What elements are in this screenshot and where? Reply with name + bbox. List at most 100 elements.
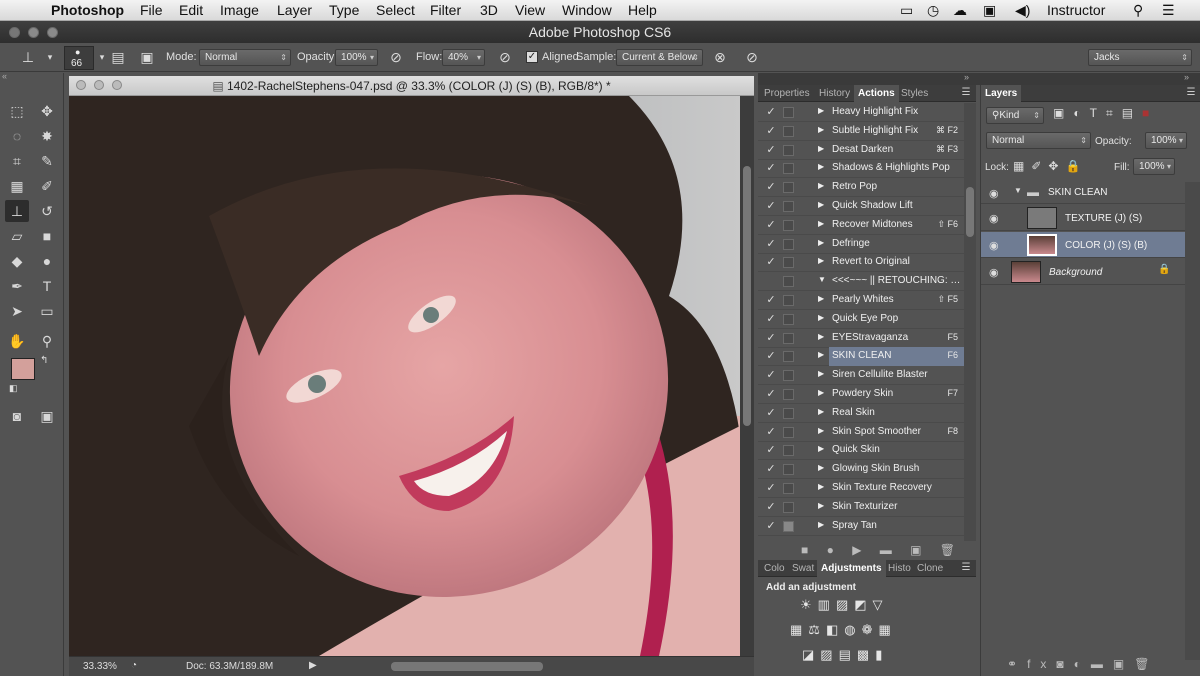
action-enabled-check-icon[interactable]: ✓ [764, 255, 778, 269]
action-row[interactable]: ✓ ▶ Recover Midtones ⇧ F6 [758, 216, 964, 235]
dialog-toggle-box[interactable] [783, 257, 794, 269]
collapse-arrows-icon[interactable]: « [2, 71, 7, 81]
group-expand-icon[interactable]: ▼ [1014, 186, 1022, 195]
shape-tool-icon[interactable]: ▭ [35, 300, 59, 322]
action-enabled-check-icon[interactable]: ✓ [764, 180, 778, 194]
layer-row-skin-clean[interactable]: ◉ ▼ ▬ SKIN CLEAN [981, 182, 1185, 204]
timemachine-icon[interactable]: ◷ [927, 2, 939, 19]
menu-3d[interactable]: 3D [480, 2, 498, 18]
close-window-icon[interactable] [9, 27, 20, 38]
action-enabled-check-icon[interactable]: ✓ [764, 124, 778, 138]
eyedropper-tool-icon[interactable]: ✎ [35, 150, 59, 172]
smart-object-filter-icon[interactable]: ▤ [1122, 106, 1142, 120]
action-row[interactable]: ✓ ▶ Real Skin [758, 404, 964, 423]
tab-styles[interactable]: Styles [897, 85, 932, 102]
pen-tool-icon[interactable]: ✒ [5, 275, 29, 297]
action-row[interactable]: ✓ ▶ SKIN CLEAN F6 [758, 347, 964, 367]
action-row[interactable]: ✓ ▶ Skin Spot Smoother F8 [758, 423, 964, 442]
menu-file[interactable]: File [140, 2, 163, 18]
dialog-toggle-box[interactable] [783, 407, 794, 419]
path-selection-tool-icon[interactable]: ➤ [5, 300, 29, 322]
expand-triangle-icon[interactable]: ▶ [818, 426, 824, 435]
expand-triangle-icon[interactable]: ▶ [818, 369, 824, 378]
action-enabled-check-icon[interactable]: ✓ [764, 519, 778, 533]
dialog-toggle-box[interactable] [783, 144, 794, 156]
tab-colo[interactable]: Colo [760, 560, 789, 577]
opacity-dropdown[interactable]: 100% ▾ [335, 49, 378, 66]
magic-wand-tool-icon[interactable]: ✸ [35, 125, 59, 147]
action-enabled-check-icon[interactable]: ✓ [764, 143, 778, 157]
action-row[interactable]: ✓ ▶ Desat Darken ⌘ F3 [758, 141, 964, 160]
layer-row-color-selected[interactable]: ◉ COLOR (J) (S) (B) [981, 232, 1185, 258]
menu-image[interactable]: Image [220, 2, 259, 18]
layer-style-icon[interactable]: fx [1027, 657, 1056, 671]
doc-zoom-icon[interactable] [112, 80, 122, 90]
expand-triangle-icon[interactable]: ▶ [818, 501, 824, 510]
actions-scroll-thumb[interactable] [966, 187, 974, 237]
play-icon[interactable]: ▶ [852, 543, 861, 557]
blur-tool-icon[interactable]: ◆ [5, 250, 29, 272]
pixel-filter-icon[interactable]: ▣ [1053, 106, 1073, 120]
delete-layer-icon[interactable]: 🗑 [1134, 657, 1159, 671]
doc-minimize-icon[interactable] [94, 80, 104, 90]
dialog-toggle-box[interactable] [783, 445, 794, 457]
link-layers-icon[interactable]: ⚭ [1007, 657, 1027, 671]
foreground-color-swatch[interactable] [11, 358, 35, 380]
expand-triangle-icon[interactable]: ▶ [818, 219, 824, 228]
history-brush-tool-icon[interactable]: ↺ [35, 200, 59, 222]
action-row[interactable]: ✓ ▶ Shadows & Highlights Pop [758, 159, 964, 179]
swap-colors-icon[interactable]: ↰ [40, 355, 48, 366]
type-tool-icon[interactable]: T [35, 275, 59, 297]
add-mask-icon[interactable]: ◙ [1056, 657, 1073, 671]
spotlight-icon[interactable]: ⚲ [1133, 2, 1143, 19]
expand-triangle-icon[interactable]: ▶ [818, 181, 824, 190]
expand-triangle-icon[interactable]: ▶ [818, 294, 824, 303]
marquee-tool-icon[interactable]: ⬚ [5, 100, 29, 122]
action-row[interactable]: ✓ ▶ Spray Tan [758, 517, 964, 536]
brightness-icon[interactable]: ☀ [800, 597, 818, 612]
dialog-toggle-box[interactable] [783, 276, 794, 288]
gradient-map-icon[interactable]: ▮ [875, 647, 888, 662]
actions-scrollbar[interactable] [964, 103, 976, 541]
menu-window[interactable]: Window [562, 2, 612, 18]
delete-action-icon[interactable]: 🗑 [940, 543, 955, 557]
tab-history[interactable]: History [815, 85, 854, 102]
pressure-opacity-icon[interactable]: ⊘ [386, 47, 406, 67]
brush-tool-icon[interactable]: ✐ [35, 175, 59, 197]
action-row[interactable]: ✓ ▶ Retro Pop [758, 178, 964, 198]
status-menu-icon[interactable]: ◔ [131, 660, 137, 671]
layer-row-background[interactable]: ◉ Background 🔒 [981, 259, 1185, 285]
expand-triangle-icon[interactable]: ▶ [818, 125, 824, 134]
layers-scrollbar[interactable] [1185, 182, 1200, 660]
move-tool-icon[interactable]: ✥ [35, 100, 59, 122]
lock-all-icon[interactable]: 🔒 [1065, 159, 1087, 173]
ignore-adjustment-icon[interactable]: ⊗ [710, 47, 730, 67]
expand-triangle-icon[interactable]: ▶ [818, 444, 824, 453]
expand-triangle-icon[interactable]: ▶ [818, 520, 824, 529]
preset-arrow-icon[interactable]: ▾ [40, 47, 60, 67]
expand-triangle-icon[interactable]: ▶ [818, 388, 824, 397]
dialog-toggle-box[interactable] [783, 426, 794, 438]
dialog-toggle-box[interactable] [783, 370, 794, 382]
horizontal-scroll-thumb[interactable] [391, 662, 543, 671]
photo-filter-icon[interactable]: ◍ [844, 622, 861, 637]
sample-dropdown[interactable]: Current & Below ⇕ [616, 49, 703, 66]
dialog-toggle-box[interactable] [783, 107, 794, 118]
type-filter-icon[interactable]: T [1090, 106, 1106, 120]
tab-clone[interactable]: Clone [913, 560, 947, 577]
gradient-tool-icon[interactable]: ■ [35, 225, 59, 247]
panel-menu-icon[interactable]: ☰ [958, 560, 974, 577]
invert-icon[interactable]: ◪ [802, 647, 820, 662]
dialog-toggle-box[interactable] [783, 219, 794, 231]
expand-triangle-icon[interactable]: ▶ [818, 144, 824, 153]
new-action-icon[interactable]: ▣ [910, 543, 921, 557]
brush-panel-icon[interactable]: ▤ [108, 47, 128, 67]
filter-toggle-icon[interactable]: ■ [1142, 106, 1158, 120]
shape-filter-icon[interactable]: ⌗ [1106, 106, 1122, 120]
action-enabled-check-icon[interactable]: ✓ [764, 406, 778, 420]
menu-app[interactable]: Photoshop [51, 2, 124, 18]
new-group-icon[interactable]: ▬ [1091, 657, 1113, 671]
stop-icon[interactable]: ■ [801, 543, 808, 557]
dialog-toggle-box[interactable] [783, 238, 794, 250]
lasso-tool-icon[interactable]: ◌ [5, 125, 29, 147]
